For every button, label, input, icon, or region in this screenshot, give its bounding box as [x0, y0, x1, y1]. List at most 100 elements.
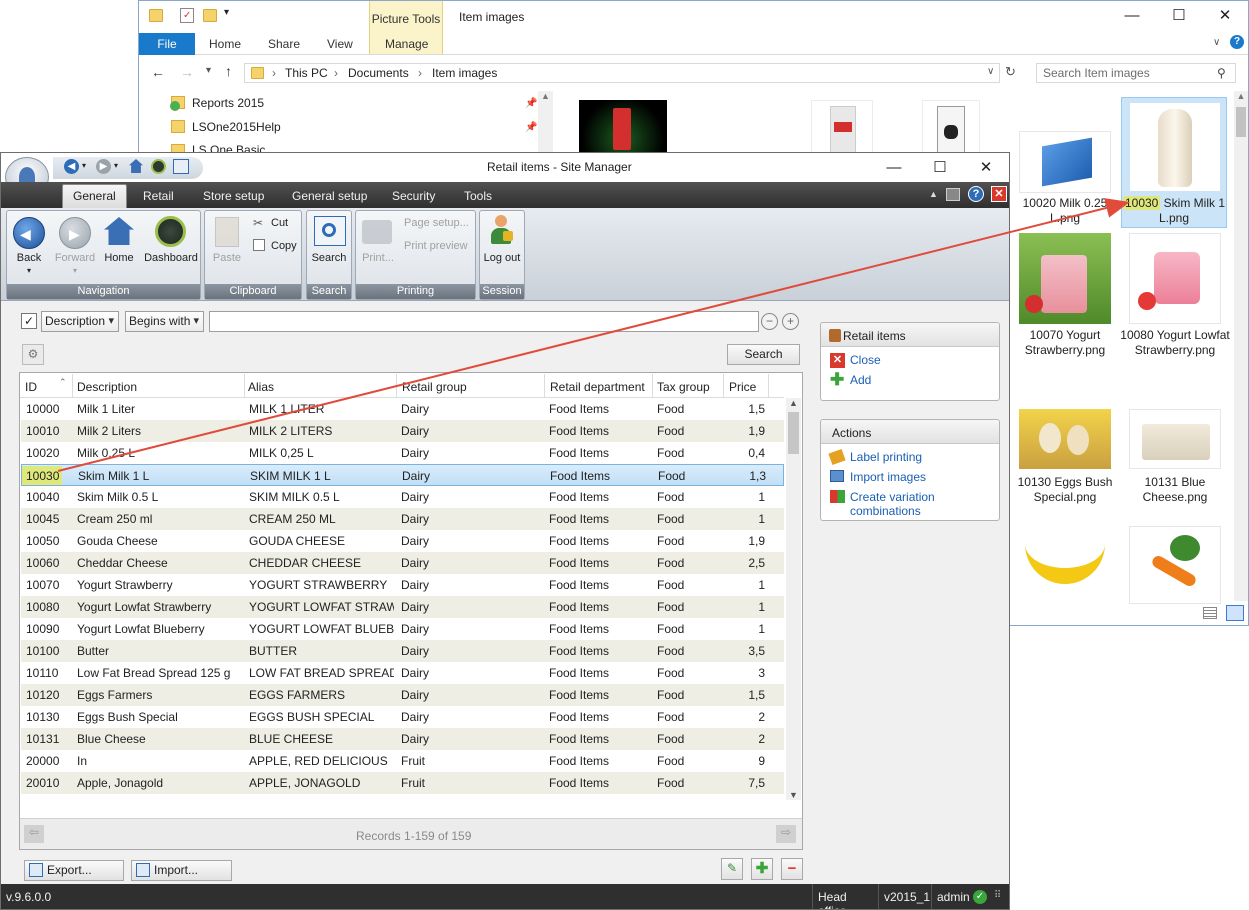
thumbnail-milk-cow-image[interactable]: [922, 100, 980, 155]
thumbnail-10020[interactable]: [1019, 131, 1111, 193]
thumbnail-soda-image[interactable]: [579, 100, 667, 155]
nav-scrollbar[interactable]: ▲: [538, 91, 553, 153]
delete-item-icon[interactable]: −: [781, 858, 803, 880]
table-row[interactable]: 10060 Cheddar Cheese CHEDDAR CHEESE Dairy Fo…: [21, 552, 784, 574]
add-filter-icon[interactable]: +: [782, 313, 799, 330]
table-row[interactable]: 20010 Apple, Jonagold APPLE, JONAGOLD Fruit…: [21, 772, 784, 794]
recent-locations-icon[interactable]: ▾: [206, 65, 211, 76]
close-icon[interactable]: ✕: [830, 353, 845, 368]
dropdown-icon[interactable]: ▾: [114, 161, 118, 170]
table-row[interactable]: 10070 Yogurt Strawberry YOGURT STRAWBERRY D…: [21, 574, 784, 596]
paste-button[interactable]: Paste: [207, 252, 247, 264]
column-header-retail-group[interactable]: Retail group: [402, 380, 467, 394]
add-icon[interactable]: ✚: [830, 371, 844, 388]
column-header-description[interactable]: Description: [77, 380, 137, 394]
settings-gear-icon[interactable]: ⚙: [22, 344, 44, 365]
import-images-link[interactable]: Import images: [850, 470, 926, 484]
search-button[interactable]: Search: [727, 344, 800, 365]
thumbnail-milk-carton-image[interactable]: [811, 100, 873, 155]
thumbnail-carrot[interactable]: [1129, 526, 1221, 604]
forward-button[interactable]: Forward: [51, 252, 99, 264]
back-button[interactable]: Back: [7, 252, 51, 264]
large-icons-view-icon[interactable]: [1226, 605, 1244, 621]
search-button[interactable]: Search: [307, 252, 351, 264]
forward-icon[interactable]: ▶: [96, 159, 111, 174]
table-row[interactable]: 10090 Yogurt Lowfat Blueberry YOGURT LOWFA…: [21, 618, 784, 640]
dashboard-icon[interactable]: [155, 216, 186, 247]
thumbnail-10131[interactable]: [1129, 409, 1221, 469]
tab-store-setup[interactable]: Store setup: [203, 189, 264, 203]
tab-security[interactable]: Security: [392, 189, 435, 203]
filter-checkbox[interactable]: ✓: [21, 313, 37, 329]
column-header-id[interactable]: ID: [25, 380, 37, 394]
thumbnail-10130[interactable]: [1019, 409, 1111, 469]
sm-close-button[interactable]: ✕: [963, 153, 1009, 183]
nav-item-reports-2015[interactable]: Reports 2015: [192, 96, 264, 110]
filter-field-select[interactable]: Description: [41, 311, 119, 332]
back-icon[interactable]: ◀: [64, 159, 79, 174]
collapse-ribbon-icon[interactable]: ▲: [929, 189, 938, 199]
new-folder-icon[interactable]: [203, 9, 217, 22]
up-arrow-icon[interactable]: ↑: [225, 63, 232, 79]
address-dropdown-icon[interactable]: ∨: [987, 66, 994, 77]
close-button[interactable]: ✕: [1202, 1, 1248, 31]
home-button[interactable]: Home: [99, 252, 139, 264]
help-icon[interactable]: ?: [968, 186, 984, 202]
page-setup-button[interactable]: Page setup...: [404, 217, 469, 229]
column-header-retail-department[interactable]: Retail department: [550, 380, 645, 394]
table-row[interactable]: 10131 Blue Cheese BLUE CHEESE Dairy Food Ite…: [21, 728, 784, 750]
tab-general[interactable]: General: [62, 184, 127, 208]
dashboard-button[interactable]: Dashboard: [141, 252, 201, 264]
filter-operator-select[interactable]: Begins with: [125, 311, 204, 332]
add-item-icon[interactable]: ✚: [751, 858, 773, 880]
dropdown-icon[interactable]: ▾: [51, 266, 99, 275]
breadcrumb-this-pc[interactable]: This PC: [285, 66, 328, 80]
search-icon[interactable]: [314, 216, 346, 246]
create-variations-link[interactable]: Create variation combinations: [850, 490, 999, 518]
table-row[interactable]: 10110 Low Fat Bread Spread 125 g LOW FAT B…: [21, 662, 784, 684]
breadcrumb-documents[interactable]: Documents: [348, 66, 409, 80]
details-view-icon[interactable]: [1203, 607, 1217, 619]
tab-file[interactable]: File: [139, 33, 195, 55]
table-row[interactable]: 10120 Eggs Farmers EGGS FARMERS Dairy Food I…: [21, 684, 784, 706]
home-icon[interactable]: [104, 217, 134, 245]
table-row[interactable]: 10130 Eggs Bush Special EGGS BUSH SPECIAL D…: [21, 706, 784, 728]
print-icon[interactable]: [362, 220, 392, 244]
back-icon[interactable]: ◀: [13, 217, 45, 249]
edit-pencil-icon[interactable]: ✎: [721, 858, 743, 880]
table-row[interactable]: 20000 In APPLE, RED DELICIOUS Fruit Food Ite…: [21, 750, 784, 772]
thumbnail-banana[interactable]: [1019, 526, 1111, 604]
table-row[interactable]: 10080 Yogurt Lowfat Strawberry YOGURT LOWF…: [21, 596, 784, 618]
column-header-alias[interactable]: Alias: [248, 380, 274, 394]
address-bar[interactable]: › This PC › Documents › Item images ∨: [244, 63, 1000, 83]
label-printing-link[interactable]: Label printing: [850, 450, 922, 464]
nav-item-lsone2015help[interactable]: LSOne2015Help: [192, 120, 281, 134]
thumbnail-scrollbar[interactable]: ▲: [1234, 91, 1248, 601]
tab-home[interactable]: Home: [209, 37, 241, 51]
maximize-button[interactable]: ☐: [1156, 1, 1202, 31]
forward-arrow-icon[interactable]: →: [180, 64, 194, 80]
table-row[interactable]: 10100 Butter BUTTER Dairy Food Items Food 3,5: [21, 640, 784, 662]
dropdown-icon[interactable]: ▾: [7, 266, 51, 275]
search-window-icon[interactable]: [173, 159, 189, 174]
paste-icon[interactable]: [215, 217, 239, 247]
quick-access-dropdown-icon[interactable]: ▾: [224, 7, 229, 18]
refresh-icon[interactable]: ↻: [1005, 64, 1016, 80]
tab-tools[interactable]: Tools: [464, 189, 492, 203]
table-row[interactable]: 10040 Skim Milk 0.5 L SKIM MILK 0.5 L Dairy…: [21, 486, 784, 508]
forward-icon[interactable]: ▶: [59, 217, 91, 249]
table-row[interactable]: 10000 Milk 1 Liter MILK 1 LITER Dairy Food I…: [21, 398, 784, 420]
breadcrumb-item-images[interactable]: Item images: [432, 66, 497, 80]
dropdown-icon[interactable]: ▾: [82, 161, 86, 170]
remove-filter-icon[interactable]: −: [761, 313, 778, 330]
resize-grip-icon[interactable]: ⠿: [994, 890, 1001, 901]
folder-icon[interactable]: [149, 9, 163, 22]
table-row[interactable]: 10020 Milk 0,25 L MILK 0,25 L Dairy Food Ite…: [21, 442, 784, 464]
print-preview-button[interactable]: Print preview: [404, 240, 468, 252]
tab-view[interactable]: View: [327, 37, 353, 51]
tab-share[interactable]: Share: [268, 37, 300, 51]
sm-minimize-button[interactable]: —: [871, 153, 917, 183]
grid-scrollbar[interactable]: ▲ ▼: [786, 398, 801, 800]
properties-icon[interactable]: ✓: [180, 8, 194, 23]
dashboard-icon[interactable]: [151, 159, 166, 174]
